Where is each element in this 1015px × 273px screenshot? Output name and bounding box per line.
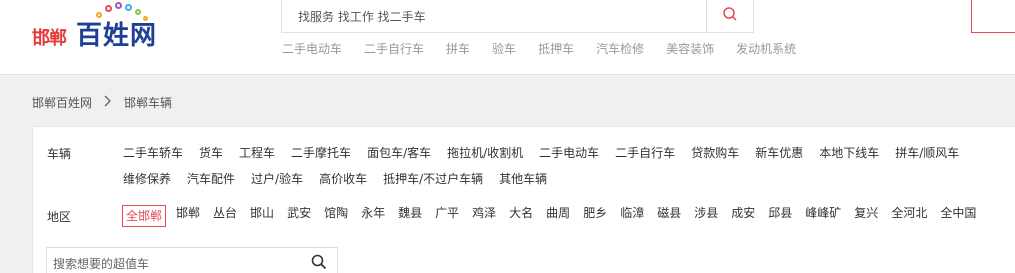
vehicle-filter-option[interactable]: 面包车/客车 xyxy=(367,145,431,162)
search-input[interactable]: 找服务 找工作 找二手车 xyxy=(298,8,426,25)
region-filter-option[interactable]: 永年 xyxy=(361,205,385,227)
hot-links: 二手电动车 二手自行车 拼车 验车 抵押车 汽车检修 美容装饰 发动机系统 xyxy=(282,40,818,57)
region-filter-option[interactable]: 馆陶 xyxy=(324,205,348,227)
vehicle-filter-option[interactable]: 二手电动车 xyxy=(539,145,599,162)
region-filter-option[interactable]: 邯郸 xyxy=(176,205,200,227)
region-filter-option[interactable]: 复兴 xyxy=(854,205,878,227)
hot-link[interactable]: 验车 xyxy=(492,40,516,57)
vehicle-filter-option[interactable]: 本地下线车 xyxy=(819,145,879,162)
region-filter-option[interactable]: 临漳 xyxy=(620,205,644,227)
region-filter-option[interactable]: 全河北 xyxy=(891,205,927,227)
vehicle-filter-label: 车辆 xyxy=(47,147,72,161)
vehicle-filter-option[interactable]: 过户/验车 xyxy=(251,171,303,188)
breadcrumb-home[interactable]: 邯郸百姓网 xyxy=(32,94,92,111)
region-filter-option[interactable]: 邱县 xyxy=(768,205,792,227)
vehicle-filter-option[interactable]: 拼车/顺风车 xyxy=(895,145,959,162)
region-filter-option[interactable]: 邯山 xyxy=(250,205,274,227)
region-filter-option[interactable]: 魏县 xyxy=(398,205,422,227)
region-filter-option[interactable]: 峰峰矿 xyxy=(805,205,841,227)
vehicle-filter-option[interactable]: 二手摩托车 xyxy=(291,145,351,162)
hot-link[interactable]: 汽车检修 xyxy=(596,40,644,57)
vehicle-filter-option[interactable]: 二手自行车 xyxy=(615,145,675,162)
region-filter-option[interactable]: 大名 xyxy=(509,205,533,227)
vehicle-filter-option[interactable]: 货车 xyxy=(199,145,223,162)
vehicle-filter-option[interactable]: 二手车轿车 xyxy=(123,145,183,162)
vehicle-filter-option[interactable]: 维修保养 xyxy=(123,171,171,188)
region-filter-option[interactable]: 曲周 xyxy=(546,205,570,227)
region-filter-option[interactable]: 磁县 xyxy=(657,205,681,227)
car-search-box[interactable]: 搜索想要的超值车 xyxy=(46,247,338,273)
region-filter-label: 地区 xyxy=(47,210,72,224)
vehicle-filter-option[interactable]: 汽车配件 xyxy=(187,171,235,188)
chevron-right-icon xyxy=(104,95,112,111)
hot-link[interactable]: 美容装饰 xyxy=(666,40,714,57)
hot-link[interactable]: 抵押车 xyxy=(538,40,574,57)
search-icon xyxy=(722,6,738,26)
region-filter-option[interactable]: 广平 xyxy=(435,205,459,227)
region-filter-option[interactable]: 成安 xyxy=(731,205,755,227)
hot-link[interactable]: 二手自行车 xyxy=(364,40,424,57)
vehicle-filter-option[interactable]: 工程车 xyxy=(239,145,275,162)
search-button[interactable] xyxy=(706,0,753,33)
vehicle-filter-option[interactable]: 贷款购车 xyxy=(691,145,739,162)
region-filter-option[interactable]: 武安 xyxy=(287,205,311,227)
vehicle-filter-option[interactable]: 抵押车/不过户车辆 xyxy=(383,171,483,188)
search-icon[interactable] xyxy=(311,254,327,273)
logo-dot xyxy=(115,2,122,9)
region-filter-option[interactable]: 全邯郸 xyxy=(122,205,167,227)
post-button[interactable] xyxy=(971,0,1015,33)
logo-dot xyxy=(105,5,112,12)
logo-brand: 百姓网 xyxy=(76,21,158,51)
search-box: 找服务 找工作 找二手车 xyxy=(281,0,754,33)
region-filter-options: 全邯郸 邯郸 丛台 邯山 武安 馆陶 永年 魏县 广平 鸡泽 大名 曲周 肥乡 临漳 磁县 涉县 成安 邱县 峰峰矿… xyxy=(122,205,1015,227)
vehicle-filter-options: 二手车轿车 货车 工程车 二手摩托车 面包车/客车 拖拉机/收割机 二手电动车 二手自行车 贷款… xyxy=(123,145,1015,188)
hot-link[interactable]: 二手电动车 xyxy=(282,40,342,57)
region-filter-option[interactable]: 肥乡 xyxy=(583,205,607,227)
region-filter-option[interactable]: 涉县 xyxy=(694,205,718,227)
vehicle-filter-option[interactable]: 高价收车 xyxy=(319,171,367,188)
region-filter-option[interactable]: 丛台 xyxy=(213,205,237,227)
hot-link[interactable]: 发动机系统 xyxy=(736,40,796,57)
vehicle-filter-option[interactable]: 其他车辆 xyxy=(499,171,547,188)
site-logo[interactable]: 邯郸 百姓网 xyxy=(32,2,182,52)
region-filter-option[interactable]: 鸡泽 xyxy=(472,205,496,227)
logo-dot xyxy=(125,4,132,11)
logo-city: 邯郸 xyxy=(32,28,67,49)
site-header: 邯郸 百姓网 找服务 找工作 找二手车 二手电动车 二手自行车 拼车 验车 抵押车 汽车检… xyxy=(0,0,1015,75)
filter-panel: 车辆 二手车轿车 货车 工程车 二手摩托车 面包车/客车 拖拉机/收割机 二手电动车 二手自行… xyxy=(32,126,1015,273)
region-filter-option[interactable]: 全中国 xyxy=(940,205,976,227)
vehicle-filter-option[interactable]: 拖拉机/收割机 xyxy=(447,145,523,162)
breadcrumb: 邯郸百姓网 邯郸车辆 xyxy=(32,94,172,111)
vehicle-filter-option[interactable]: 新车优惠 xyxy=(755,145,803,162)
hot-link[interactable]: 拼车 xyxy=(446,40,470,57)
breadcrumb-current[interactable]: 邯郸车辆 xyxy=(124,94,172,111)
car-search-input[interactable]: 搜索想要的超值车 xyxy=(53,255,149,272)
